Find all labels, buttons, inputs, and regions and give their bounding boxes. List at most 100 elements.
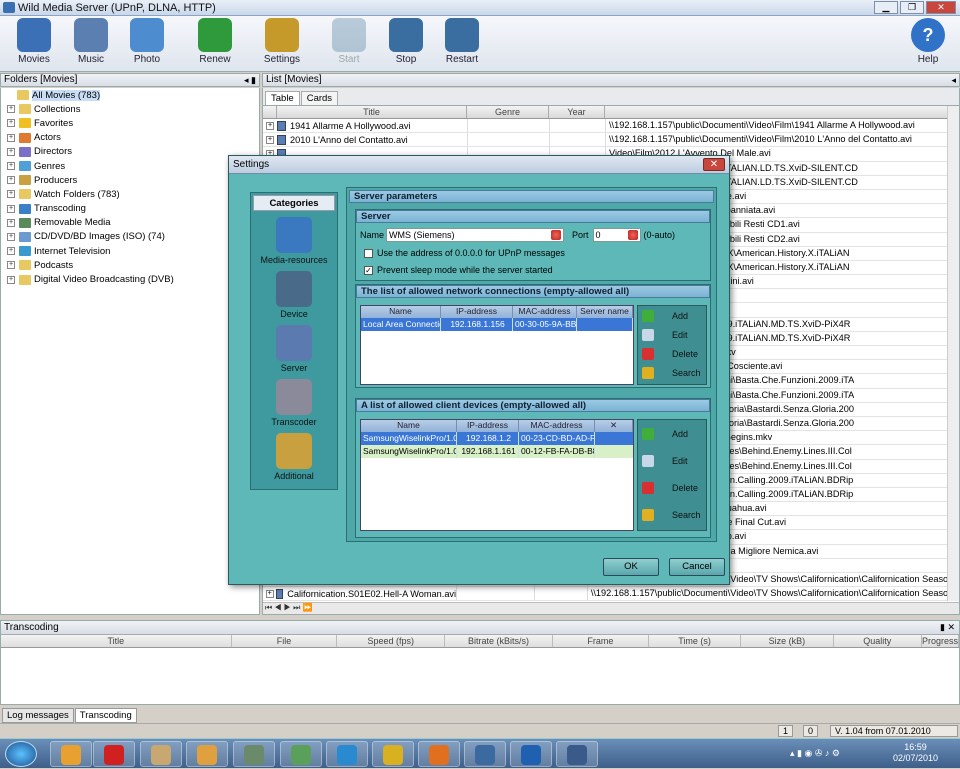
client-delete-button[interactable]: Delete <box>638 474 706 501</box>
expand-icon[interactable]: + <box>7 147 15 156</box>
transcoding-column[interactable]: Time (s) <box>649 635 742 647</box>
music-button[interactable]: Music <box>63 18 119 65</box>
tab-cards[interactable]: Cards <box>300 91 339 105</box>
start-button[interactable]: Start <box>321 18 377 65</box>
table-row[interactable]: SamsungWiselinkPro/1.0 192.168.1.2 00-23… <box>361 432 633 445</box>
checkbox-use-0000[interactable] <box>364 248 373 258</box>
taskbar-app-button[interactable] <box>510 741 552 767</box>
taskbar-app-button[interactable] <box>418 741 460 767</box>
category-transcoder[interactable]: Transcoder <box>251 379 337 427</box>
table-row[interactable]: +1941 Allarme A Hollywood.avi \\192.168.1… <box>263 119 959 134</box>
transcoding-column[interactable]: Quality <box>834 635 922 647</box>
taskbar-app-button[interactable] <box>464 741 506 767</box>
tray-icons[interactable]: ▴ ▮ ◉ ✇ ♪ ⚙ <box>790 748 840 759</box>
option-prevent-sleep[interactable]: ✓ Prevent sleep mode while the server sta… <box>364 265 553 275</box>
expand-icon[interactable]: + <box>7 105 15 114</box>
photo-button[interactable]: Photo <box>119 18 175 65</box>
transcoding-column[interactable]: Bitrate (kBits/s) <box>445 635 553 647</box>
expand-icon[interactable]: + <box>7 162 15 171</box>
table-row[interactable]: +2010 L'Anno del Contatto.avi \\192.168.1… <box>263 133 959 148</box>
net-search-button[interactable]: Search <box>638 363 706 382</box>
col-genre[interactable]: Genre <box>467 106 549 118</box>
client-col-mac[interactable]: MAC-address <box>519 420 595 432</box>
net-add-button[interactable]: Add <box>638 306 706 325</box>
taskbar-app-button[interactable] <box>186 741 228 767</box>
expand-icon[interactable]: + <box>265 589 274 598</box>
renew-button[interactable]: Renew <box>187 18 243 65</box>
folder-item[interactable]: + Favorites <box>1 116 259 130</box>
taskbar-app-button[interactable] <box>140 741 182 767</box>
port-input[interactable]: 0 <box>592 228 641 242</box>
client-search-button[interactable]: Search <box>638 501 706 528</box>
stop-button[interactable]: Stop <box>378 18 434 65</box>
expand-icon[interactable]: + <box>7 190 15 199</box>
net-delete-button[interactable]: Delete <box>638 344 706 363</box>
tab-transcoding[interactable]: Transcoding <box>74 708 137 723</box>
folder-item[interactable]: + Removable Media <box>1 216 259 230</box>
tab-log-messages[interactable]: Log messages <box>2 708 74 723</box>
close-button[interactable]: ✕ <box>926 1 956 14</box>
taskbar-app-button[interactable] <box>372 741 414 767</box>
list-scrollbar[interactable] <box>947 106 959 601</box>
expand-icon[interactable]: + <box>266 135 274 144</box>
net-col-name[interactable]: Name <box>361 306 441 318</box>
taskbar-app-button[interactable] <box>326 741 368 767</box>
expand-icon[interactable]: + <box>7 133 15 142</box>
ok-button[interactable]: OK <box>603 558 659 576</box>
category-server[interactable]: Server <box>251 325 337 373</box>
transcoding-column[interactable]: Size (kB) <box>741 635 834 647</box>
start-orb-icon[interactable] <box>5 741 37 767</box>
expand-icon[interactable]: + <box>7 261 15 270</box>
folder-item[interactable]: + Genres <box>1 159 259 173</box>
table-row[interactable]: SamsungWiselinkPro/1.0 192.168.1.161 00-… <box>361 445 633 458</box>
dialog-close-button[interactable]: ✕ <box>703 158 725 171</box>
taskbar-app-button[interactable] <box>50 741 92 767</box>
table-row[interactable]: + Californication.S01E02.Hell-A Woman.avi… <box>263 587 959 602</box>
maximize-button[interactable]: ❐ <box>900 1 924 14</box>
taskbar-app-button[interactable] <box>556 741 598 767</box>
folder-item[interactable]: + Producers <box>1 173 259 187</box>
wrench-icon[interactable]: ✕ <box>595 420 633 432</box>
folder-item[interactable]: + Digital Video Broadcasting (DVB) <box>1 272 259 286</box>
client-col-name[interactable]: Name <box>361 420 457 432</box>
expand-icon[interactable]: + <box>266 121 274 130</box>
expand-icon[interactable]: + <box>7 204 15 213</box>
option-use-0000[interactable]: Use the address of 0.0.0.0 for UPnP mess… <box>364 248 565 258</box>
expand-icon[interactable]: + <box>7 119 15 128</box>
clients-table[interactable]: Name IP-address MAC-address ✕ SamsungWis… <box>360 419 634 531</box>
client-edit-button[interactable]: Edit <box>638 447 706 474</box>
transcoding-column[interactable]: Frame <box>553 635 649 647</box>
category-media-resources[interactable]: Media-resources <box>251 217 337 265</box>
expand-icon[interactable]: + <box>7 275 15 284</box>
client-add-button[interactable]: Add <box>638 420 706 447</box>
folder-item[interactable]: + Watch Folders (783) <box>1 187 259 201</box>
minimize-button[interactable]: ▁ <box>874 1 898 14</box>
folder-item[interactable]: + Actors <box>1 131 259 145</box>
category-additional[interactable]: Additional <box>251 433 337 481</box>
expand-icon[interactable]: + <box>7 232 15 241</box>
taskbar-app-button[interactable] <box>233 741 275 767</box>
transcoding-column[interactable]: Progress <box>922 635 959 647</box>
net-col-server[interactable]: Server name <box>577 306 633 318</box>
col-year[interactable]: Year <box>549 106 605 118</box>
list-navigator[interactable]: ⏮ ◀ ▶ ⏭ ⏩ <box>263 602 959 614</box>
folder-item[interactable]: + Collections <box>1 102 259 116</box>
settings-button[interactable]: Settings <box>254 18 310 65</box>
clear-icon[interactable] <box>551 230 562 240</box>
tab-table[interactable]: Table <box>265 91 300 105</box>
expand-icon[interactable]: + <box>7 218 15 227</box>
folder-item[interactable]: + Directors <box>1 145 259 159</box>
pin-icon[interactable]: ◂ ▮ <box>244 74 256 86</box>
col-title[interactable]: Title <box>277 106 467 118</box>
expand-icon[interactable]: + <box>7 176 15 185</box>
table-row[interactable]: Local Area Connectio 192.168.1.156 00-30… <box>361 318 633 331</box>
category-device[interactable]: Device <box>251 271 337 319</box>
folder-item[interactable]: + Transcoding <box>1 202 259 216</box>
client-col-ip[interactable]: IP-address <box>457 420 519 432</box>
net-col-ip[interactable]: IP-address <box>441 306 513 318</box>
help-button[interactable]: ? Help <box>900 18 956 65</box>
clock[interactable]: 16:59 02/07/2010 <box>893 742 938 764</box>
net-col-mac[interactable]: MAC-address <box>513 306 577 318</box>
folder-item[interactable]: + Internet Television <box>1 244 259 258</box>
expand-icon[interactable]: + <box>7 247 15 256</box>
